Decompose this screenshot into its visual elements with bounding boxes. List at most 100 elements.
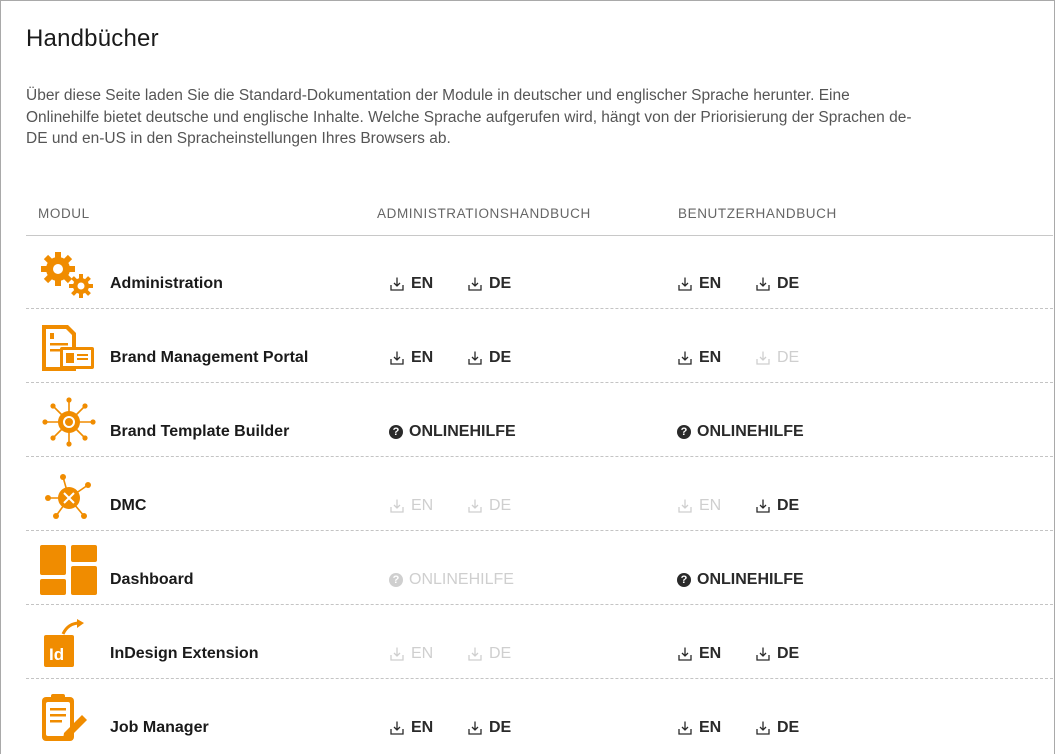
admin-download-en-link: EN bbox=[389, 497, 433, 515]
download-icon bbox=[755, 646, 771, 662]
module-name: InDesign Extension bbox=[110, 645, 259, 662]
module-name: Job Manager bbox=[110, 719, 209, 736]
user-download-en-label: EN bbox=[699, 497, 722, 514]
admin-onlinehelp-link[interactable]: ? ONLINEHILFE bbox=[389, 423, 516, 441]
module-name: Brand Management Portal bbox=[110, 349, 309, 366]
indesign-icon: Id bbox=[38, 619, 100, 669]
admin-onlinehelp-link: ? ONLINEHILFE bbox=[389, 571, 514, 589]
column-header-module: MODUL bbox=[38, 206, 90, 221]
download-icon bbox=[467, 498, 483, 514]
download-icon bbox=[677, 498, 693, 514]
table-row: Brand Management Portal EN DE EN DE bbox=[26, 309, 1053, 383]
table-row: DMC EN DE EN DE bbox=[26, 457, 1053, 531]
user-download-en-label: EN bbox=[699, 645, 722, 662]
user-download-en-link[interactable]: EN bbox=[677, 275, 721, 293]
admin-onlinehelp-label: ONLINEHILFE bbox=[409, 571, 514, 588]
user-onlinehelp-label: ONLINEHILFE bbox=[697, 423, 804, 440]
table-header: MODUL ADMINISTRATIONSHANDBUCH BENUTZERHA… bbox=[26, 199, 1053, 236]
user-download-en-link[interactable]: EN bbox=[677, 349, 721, 367]
help-icon: ? bbox=[677, 425, 691, 439]
table-row: Job Manager EN DE EN DE bbox=[26, 679, 1053, 752]
download-icon bbox=[389, 350, 405, 366]
admin-download-de-link[interactable]: DE bbox=[467, 275, 511, 293]
help-icon: ? bbox=[389, 425, 403, 439]
dashboard-tiles-icon bbox=[38, 545, 100, 595]
download-icon bbox=[677, 720, 693, 736]
molecule-icon bbox=[38, 471, 100, 521]
user-onlinehelp-link[interactable]: ? ONLINEHILFE bbox=[677, 423, 804, 441]
user-onlinehelp-link[interactable]: ? ONLINEHILFE bbox=[677, 571, 804, 589]
document-card-icon bbox=[38, 323, 100, 373]
module-name: DMC bbox=[110, 497, 147, 514]
table-row: Id InDesign Extension EN DE EN DE bbox=[26, 605, 1053, 679]
user-download-de-link[interactable]: DE bbox=[755, 645, 799, 663]
user-download-en-link[interactable]: EN bbox=[677, 645, 721, 663]
download-icon bbox=[467, 646, 483, 662]
download-icon bbox=[677, 350, 693, 366]
network-hub-icon bbox=[38, 397, 100, 447]
admin-download-de-link: DE bbox=[467, 645, 511, 663]
page-title: Handbücher bbox=[26, 25, 159, 52]
user-download-de-label: DE bbox=[777, 497, 800, 514]
table-row: Administration EN DE EN DE bbox=[26, 235, 1053, 309]
download-icon bbox=[755, 350, 771, 366]
download-icon bbox=[677, 276, 693, 292]
admin-download-de-label: DE bbox=[489, 275, 512, 292]
admin-download-en-label: EN bbox=[411, 719, 434, 736]
download-icon bbox=[755, 720, 771, 736]
admin-download-de-label: DE bbox=[489, 719, 512, 736]
admin-download-de-label: DE bbox=[489, 645, 512, 662]
gears-icon bbox=[38, 249, 100, 299]
user-download-de-label: DE bbox=[777, 719, 800, 736]
admin-download-de-link[interactable]: DE bbox=[467, 349, 511, 367]
download-icon bbox=[467, 720, 483, 736]
admin-download-en-label: EN bbox=[411, 275, 434, 292]
module-name: Administration bbox=[110, 275, 223, 292]
column-header-admin: ADMINISTRATIONSHANDBUCH bbox=[377, 206, 591, 221]
download-icon bbox=[389, 276, 405, 292]
user-download-de-link: DE bbox=[755, 349, 799, 367]
admin-download-en-label: EN bbox=[411, 645, 434, 662]
user-download-de-link[interactable]: DE bbox=[755, 497, 799, 515]
clipboard-pen-icon bbox=[38, 693, 100, 743]
download-icon bbox=[755, 276, 771, 292]
module-name: Brand Template Builder bbox=[110, 423, 290, 440]
admin-download-de-link[interactable]: DE bbox=[467, 719, 511, 737]
admin-download-en-label: EN bbox=[411, 497, 434, 514]
admin-download-de-label: DE bbox=[489, 497, 512, 514]
user-download-en-link: EN bbox=[677, 497, 721, 515]
help-icon: ? bbox=[677, 573, 691, 587]
intro-text: Über diese Seite laden Sie die Standard-… bbox=[26, 87, 912, 147]
user-download-en-label: EN bbox=[699, 349, 722, 366]
column-header-user: BENUTZERHANDBUCH bbox=[678, 206, 837, 221]
admin-download-en-label: EN bbox=[411, 349, 434, 366]
admin-download-en-link: EN bbox=[389, 645, 433, 663]
user-onlinehelp-label: ONLINEHILFE bbox=[697, 571, 804, 588]
user-download-de-label: DE bbox=[777, 275, 800, 292]
download-icon bbox=[389, 646, 405, 662]
download-icon bbox=[389, 720, 405, 736]
user-download-de-label: DE bbox=[777, 349, 800, 366]
admin-download-en-link[interactable]: EN bbox=[389, 349, 433, 367]
user-download-en-label: EN bbox=[699, 275, 722, 292]
user-download-en-link[interactable]: EN bbox=[677, 719, 721, 737]
table-row: Brand Template Builder? ONLINEHILFE? ONLIN… bbox=[26, 383, 1053, 457]
table-row: Dashboard? ONLINEHILFE? ONLINEHILFE bbox=[26, 531, 1053, 605]
content-panel: Handbücher Über diese Seite laden Sie di… bbox=[0, 0, 1055, 754]
user-download-en-label: EN bbox=[699, 719, 722, 736]
download-icon bbox=[755, 498, 771, 514]
admin-download-en-link[interactable]: EN bbox=[389, 719, 433, 737]
admin-download-en-link[interactable]: EN bbox=[389, 275, 433, 293]
admin-download-de-link: DE bbox=[467, 497, 511, 515]
svg-text:Id: Id bbox=[49, 645, 64, 664]
download-icon bbox=[389, 498, 405, 514]
user-download-de-label: DE bbox=[777, 645, 800, 662]
download-icon bbox=[677, 646, 693, 662]
download-icon bbox=[467, 350, 483, 366]
user-download-de-link[interactable]: DE bbox=[755, 719, 799, 737]
module-name: Dashboard bbox=[110, 571, 194, 588]
admin-onlinehelp-label: ONLINEHILFE bbox=[409, 423, 516, 440]
help-icon: ? bbox=[389, 573, 403, 587]
download-icon bbox=[467, 276, 483, 292]
user-download-de-link[interactable]: DE bbox=[755, 275, 799, 293]
